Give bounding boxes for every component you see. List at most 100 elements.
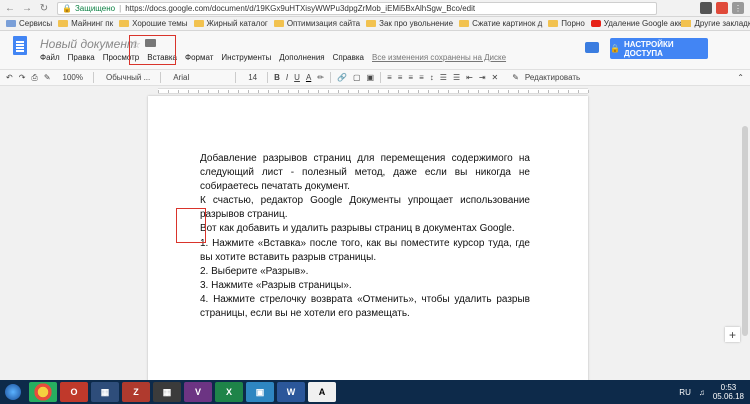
- save-status[interactable]: Все изменения сохранены на Диске: [372, 53, 506, 62]
- paragraph[interactable]: 2. Выберите «Разрыв».: [200, 265, 530, 279]
- ruler-tick: [578, 90, 579, 93]
- language-indicator[interactable]: RU: [679, 388, 691, 397]
- bookmark-item[interactable]: Сервисы: [6, 19, 52, 28]
- folder-icon: [366, 20, 377, 27]
- opera-icon[interactable]: O: [60, 382, 88, 402]
- decrease-indent-icon[interactable]: ⇤: [466, 73, 473, 82]
- menu-icon[interactable]: ⋮: [732, 2, 744, 14]
- collapse-icon[interactable]: ⌃: [737, 73, 750, 82]
- document-page[interactable]: Добавление разрывов страниц для перемеще…: [148, 96, 588, 386]
- redo-icon[interactable]: ↷: [19, 73, 26, 82]
- ruler-tick: [588, 90, 589, 93]
- bookmark-item[interactable]: Порно: [548, 19, 585, 28]
- bookmark-item[interactable]: Жирный каталог: [193, 19, 268, 28]
- bookmark-item[interactable]: Сжатие картинок д: [459, 19, 542, 28]
- docs-logo-icon[interactable]: [13, 36, 27, 55]
- paragraph[interactable]: 1. Нажмите «Вставка» после того, как вы …: [200, 237, 530, 265]
- comment-icon[interactable]: ▢: [353, 73, 361, 82]
- chrome-icon[interactable]: [29, 382, 57, 402]
- explorer-icon[interactable]: ▦: [91, 382, 119, 402]
- italic-icon[interactable]: I: [286, 73, 288, 82]
- volume-icon[interactable]: ♫: [699, 388, 705, 397]
- link-icon[interactable]: 🔗: [337, 73, 347, 82]
- paint-format-icon[interactable]: ✎: [44, 73, 51, 82]
- image-icon[interactable]: ▣: [367, 73, 375, 82]
- document-title[interactable]: Новый документ: [40, 37, 137, 51]
- paragraph[interactable]: 3. Нажмите «Разрыв страницы».: [200, 279, 530, 293]
- scroll-thumb[interactable]: [742, 126, 748, 336]
- line-spacing-icon[interactable]: ↕: [430, 73, 434, 82]
- apps-icon: [6, 20, 16, 27]
- font-select[interactable]: Arial: [169, 72, 229, 84]
- ruler-tick: [178, 90, 179, 93]
- extension-icon[interactable]: [700, 2, 712, 14]
- ruler-tick: [298, 90, 299, 93]
- zoom-select[interactable]: 100%: [59, 72, 87, 84]
- underline-icon[interactable]: U: [294, 73, 300, 82]
- image-viewer-icon[interactable]: ▣: [246, 382, 274, 402]
- undo-icon[interactable]: ↶: [6, 73, 13, 82]
- align-right-icon[interactable]: ≡: [408, 73, 413, 82]
- text-color-icon[interactable]: A: [306, 73, 311, 82]
- paragraph[interactable]: Добавление разрывов страниц для перемеще…: [200, 152, 530, 194]
- align-justify-icon[interactable]: ≡: [419, 73, 424, 82]
- menu-format[interactable]: Формат: [185, 53, 213, 62]
- ruler-tick: [198, 90, 199, 93]
- calculator-icon[interactable]: ▦: [153, 382, 181, 402]
- menu-tools[interactable]: Инструменты: [221, 53, 271, 62]
- paragraph[interactable]: Вот как добавить и удалить разрывы стран…: [200, 222, 530, 236]
- edit-mode-select[interactable]: Редактировать: [525, 73, 580, 82]
- ruler-tick: [528, 90, 529, 93]
- bookmark-item[interactable]: Хорошие темы: [119, 19, 188, 28]
- comments-icon[interactable]: [585, 42, 599, 53]
- app-icon[interactable]: V: [184, 382, 212, 402]
- extension-icon[interactable]: [716, 2, 728, 14]
- forward-icon[interactable]: →: [20, 1, 34, 15]
- other-bookmarks[interactable]: Другие закладки: [681, 19, 750, 28]
- align-center-icon[interactable]: ≡: [398, 73, 403, 82]
- bulleted-list-icon[interactable]: ☰: [453, 73, 460, 82]
- ruler-tick: [478, 90, 479, 93]
- filezilla-icon[interactable]: Z: [122, 382, 150, 402]
- share-button[interactable]: 🔒 НАСТРОЙКИ ДОСТУПА: [610, 38, 708, 59]
- paragraph[interactable]: 4. Нажмите стрелочку возврата «Отменить»…: [200, 293, 530, 321]
- folder-icon: [548, 20, 559, 27]
- menu-edit[interactable]: Правка: [68, 53, 95, 62]
- highlight-icon[interactable]: ✏: [317, 73, 324, 82]
- document-body[interactable]: Добавление разрывов страниц для перемеще…: [200, 152, 530, 321]
- ruler-strip[interactable]: [158, 88, 589, 94]
- clear-format-icon[interactable]: ✕: [492, 73, 499, 82]
- start-button[interactable]: [0, 380, 26, 404]
- scrollbar[interactable]: [740, 96, 750, 376]
- clock[interactable]: 0:53 05.06.18: [713, 383, 744, 401]
- excel-icon[interactable]: X: [215, 382, 243, 402]
- menu-file[interactable]: Файл: [40, 53, 60, 62]
- print-icon[interactable]: ⎙: [31, 73, 37, 83]
- ruler-tick: [548, 90, 549, 93]
- app-icon[interactable]: A: [308, 382, 336, 402]
- back-icon[interactable]: ←: [3, 1, 17, 15]
- bookmark-item[interactable]: Зак про увольнение: [366, 19, 453, 28]
- secure-label: Защищено: [74, 3, 116, 13]
- numbered-list-icon[interactable]: ☰: [440, 73, 447, 82]
- bold-icon[interactable]: B: [274, 73, 280, 82]
- font-size-select[interactable]: 14: [244, 72, 261, 84]
- bookmark-item[interactable]: Оптимизация сайта: [273, 19, 360, 28]
- ruler-tick: [468, 90, 469, 93]
- bookmark-item[interactable]: Майнинг пк: [58, 19, 113, 28]
- style-select[interactable]: Обычный ...: [102, 72, 154, 84]
- menu-addons[interactable]: Дополнения: [279, 53, 324, 62]
- url-input[interactable]: 🔒 Защищено | https://docs.google.com/doc…: [57, 1, 657, 15]
- align-left-icon[interactable]: ≡: [387, 73, 392, 82]
- reload-icon[interactable]: ↻: [37, 1, 51, 15]
- ruler-tick: [188, 90, 189, 93]
- bookmark-item[interactable]: Удаление Google акк: [590, 19, 681, 28]
- word-icon[interactable]: W: [277, 382, 305, 402]
- ruler-tick: [448, 90, 449, 93]
- add-icon[interactable]: +: [725, 327, 740, 342]
- increase-indent-icon[interactable]: ⇥: [479, 73, 486, 82]
- menu-help[interactable]: Справка: [333, 53, 364, 62]
- divider: [235, 72, 237, 83]
- paragraph[interactable]: К счастью, редактор Google Документы упр…: [200, 194, 530, 222]
- time: 0:53: [720, 383, 737, 392]
